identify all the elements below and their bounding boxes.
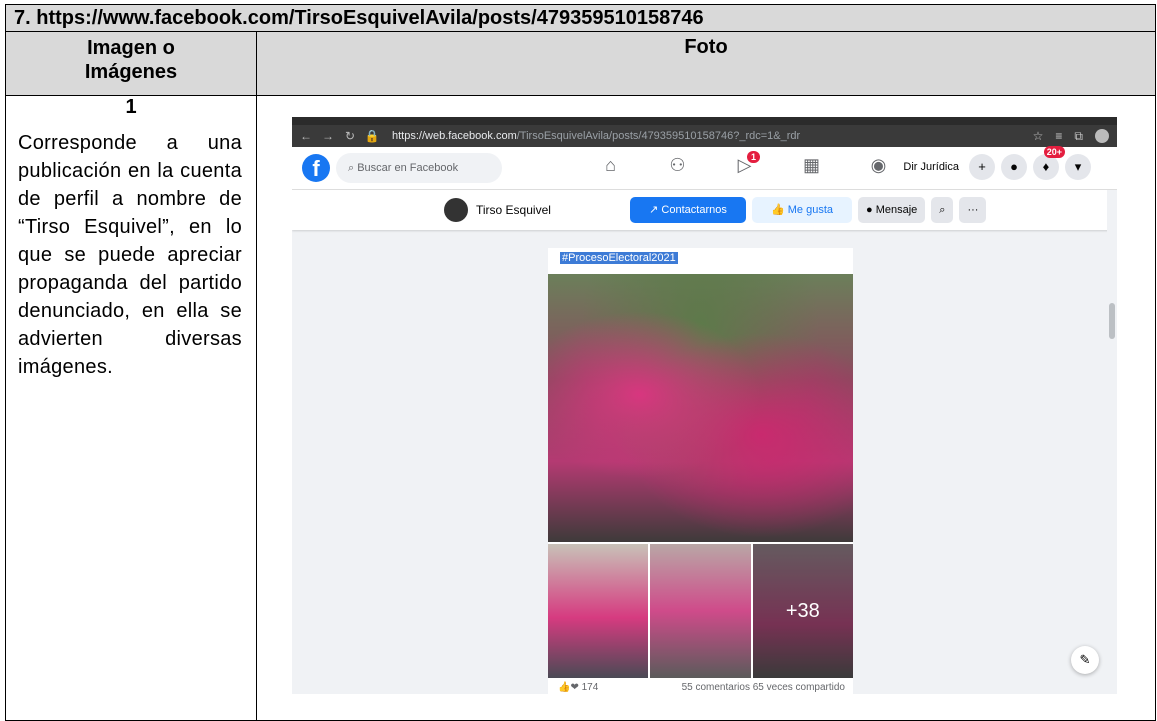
contact-button: ↗ Contactarnos xyxy=(630,197,746,223)
page-search-button: ⌕ xyxy=(931,197,954,223)
more-button: ··· xyxy=(959,197,987,223)
new-message-icon: ✎ xyxy=(1071,646,1099,674)
messenger-icon: ● xyxy=(1001,154,1027,180)
thumbnail-photo: +38 xyxy=(752,544,853,678)
page-action-bar: Tirso Esquivel ↗ Contactarnos 👍 Me gusta… xyxy=(292,190,1117,230)
like-label: Me gusta xyxy=(787,204,833,216)
more-photos-overlay: +38 xyxy=(752,544,853,678)
home-icon: ⌂ xyxy=(605,155,616,175)
page-name: Tirso Esquivel xyxy=(476,203,551,217)
create-icon: + xyxy=(969,154,995,180)
account-menu-icon: ▾ xyxy=(1065,154,1091,180)
post-thumbnails: +38 xyxy=(548,544,853,678)
like-reaction-icon: 👍❤ xyxy=(558,682,579,693)
facebook-account-area: Dir Jurídica + ● ♦ 20+ ▾ xyxy=(903,146,1091,180)
browser-address-bar: ← → ↻ 🔒 https://web.facebook.com/TirsoEs… xyxy=(292,125,1117,147)
browser-tabstrip xyxy=(292,117,1117,125)
reload-icon: ↻ xyxy=(344,129,356,143)
watch-badge: 1 xyxy=(746,151,760,163)
message-button: ● Mensaje xyxy=(858,197,926,223)
facebook-screenshot: ← → ↻ 🔒 https://web.facebook.com/TirsoEs… xyxy=(292,117,1117,694)
thumbnail-photo xyxy=(548,544,649,678)
url-path: /TirsoEsquivelAvila/posts/47935951015874… xyxy=(516,130,801,142)
back-icon: ← xyxy=(300,129,312,143)
document-title: 7. https://www.facebook.com/TirsoEsquive… xyxy=(6,5,1155,32)
collections-icon: ≡ xyxy=(1055,128,1063,143)
reaction-count-value: 174 xyxy=(581,682,599,693)
notifications-icon: ♦ 20+ xyxy=(1033,146,1065,180)
marketplace-icon: ▦ xyxy=(802,155,820,175)
contact-label: Contactarnos xyxy=(661,204,727,216)
facebook-top-bar: f ⌕ Buscar en Facebook ⌂ ⚇ ▷ 1 ▦ ◉ Dir Ju… xyxy=(292,146,1117,190)
groups-icon: ◉ xyxy=(870,155,887,175)
header-images-label-1: Imagen o xyxy=(87,37,175,59)
facebook-post: #ProcesoElectoral2021 +38 👍❤ 174 55 come… xyxy=(548,248,853,694)
message-label: Mensaje xyxy=(875,204,918,216)
facebook-search-input: ⌕ Buscar en Facebook xyxy=(336,153,502,183)
facebook-nav: ⌂ ⚇ ▷ 1 ▦ ◉ xyxy=(577,151,912,176)
notifications-badge: 20+ xyxy=(1043,146,1065,158)
post-reactions-bar: 👍❤ 174 55 comentarios 65 veces compartid… xyxy=(548,682,853,694)
url-text: https://web.facebook.com/TirsoEsquivelAv… xyxy=(392,130,800,142)
scrollbar-thumb xyxy=(1109,303,1115,339)
description-text: Corresponde a una publicación en la cuen… xyxy=(18,132,242,378)
forward-icon: → xyxy=(322,129,334,143)
like-button: 👍 Me gusta xyxy=(752,197,852,223)
favorite-icon: ☆ xyxy=(1032,128,1044,143)
post-hashtag: #ProcesoElectoral2021 xyxy=(560,252,678,264)
account-name: Dir Jurídica xyxy=(903,161,959,173)
header-images-column: Imagen o Imágenes xyxy=(6,32,257,95)
watch-icon: ▷ 1 xyxy=(711,151,778,176)
extensions-icon: ⧉ xyxy=(1074,128,1083,143)
facebook-logo-icon: f xyxy=(302,154,330,182)
page-avatar xyxy=(444,198,468,222)
description-cell: 1 Corresponde a una publicación en la cu… xyxy=(6,96,257,720)
profile-icon xyxy=(1095,128,1109,143)
post-main-photo xyxy=(548,274,853,542)
comments-shares: 55 comentarios 65 veces compartido xyxy=(681,682,845,693)
page-scrollbar xyxy=(1107,190,1117,694)
search-icon: ⌕ xyxy=(939,204,946,216)
reaction-count: 👍❤ 174 xyxy=(558,682,598,693)
browser-toolbar-icons: ☆ ≡ ⧉ xyxy=(1032,128,1109,144)
header-photo-column: Foto xyxy=(684,36,728,58)
search-placeholder: Buscar en Facebook xyxy=(357,162,459,174)
lock-icon: 🔒 xyxy=(364,129,380,143)
friends-icon: ⚇ xyxy=(669,155,686,175)
row-number: 1 xyxy=(125,96,137,118)
url-domain: https://web.facebook.com xyxy=(392,130,517,142)
table-header-row: Imagen o Imágenes Foto xyxy=(6,32,1155,96)
thumbnail-photo xyxy=(650,544,751,678)
header-images-label-2: Imágenes xyxy=(84,61,178,83)
